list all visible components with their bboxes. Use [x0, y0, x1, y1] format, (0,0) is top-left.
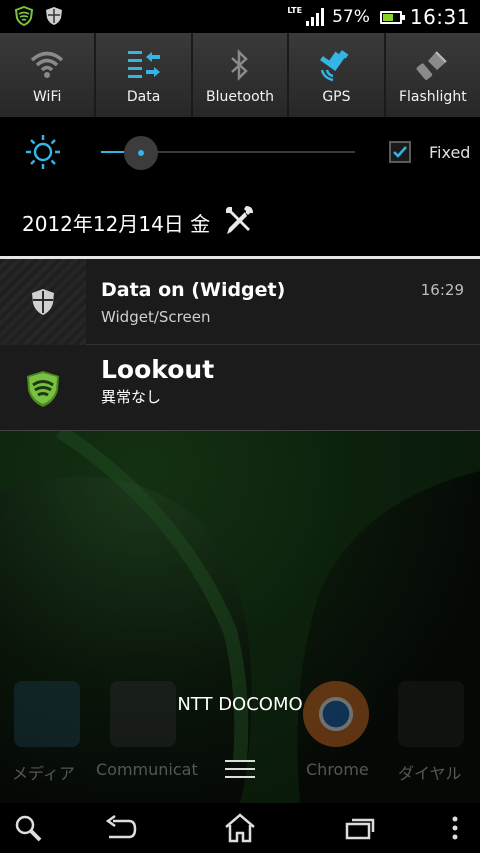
- toggle-label: Data: [126, 89, 161, 105]
- dock-label: Chrome: [306, 760, 369, 779]
- menu-icon[interactable]: [430, 803, 480, 853]
- search-icon[interactable]: [0, 803, 56, 853]
- dock-label: メディア: [12, 764, 75, 783]
- notification-subtitle: 異常なし: [101, 388, 162, 406]
- toggle-gps[interactable]: GPS: [289, 33, 386, 117]
- close-panel-handle-icon[interactable]: [225, 760, 255, 784]
- recents-icon[interactable]: [332, 803, 388, 853]
- brightness-icon: [24, 133, 62, 175]
- brightness-slider-thumb[interactable]: [124, 136, 158, 170]
- back-icon[interactable]: [92, 803, 148, 853]
- signal-icon: [306, 8, 325, 26]
- navigation-bar: [0, 803, 480, 853]
- toggle-wifi[interactable]: WiFi: [0, 33, 97, 117]
- toggle-flashlight[interactable]: Flashlight: [385, 33, 480, 117]
- toggle-label: Bluetooth: [206, 89, 274, 105]
- gps-icon: [318, 45, 354, 85]
- toggle-label: WiFi: [33, 89, 62, 105]
- bluetooth-icon: [229, 45, 251, 85]
- data-icon: [126, 45, 162, 85]
- wifi-icon: [30, 45, 64, 85]
- battery-icon: [379, 10, 405, 24]
- date-text: 2012年12月14日 金: [22, 212, 211, 236]
- status-bar: LTE 57% 16:31: [0, 0, 480, 33]
- shield-status-icon: [44, 6, 64, 30]
- notification-title: Data on (Widget): [101, 279, 286, 301]
- notification-data-widget[interactable]: Data on (Widget) Widget/Screen 16:29: [0, 259, 480, 345]
- lookout-status-icon: [14, 5, 34, 30]
- toggle-label: GPS: [322, 89, 351, 105]
- shield-icon: [32, 289, 54, 315]
- fixed-label: Fixed: [429, 143, 471, 162]
- toggle-label: Flashlight: [398, 89, 467, 105]
- toggle-bluetooth[interactable]: Bluetooth: [192, 33, 290, 117]
- lookout-icon: [27, 371, 59, 407]
- flashlight-icon: [416, 45, 450, 85]
- dock-label: Communicat: [96, 760, 198, 779]
- notification-icon-box: [0, 259, 86, 345]
- network-type: LTE: [287, 5, 303, 15]
- home-icon[interactable]: [212, 803, 268, 853]
- home-wallpaper: メディア Communicat Chrome ダイヤル: [0, 431, 480, 803]
- notification-time: 16:29: [420, 281, 464, 299]
- settings-tools-icon[interactable]: [222, 203, 256, 241]
- notification-lookout[interactable]: Lookout 異常なし: [0, 345, 480, 431]
- wallpaper-swirl: [0, 431, 480, 803]
- notification-subtitle: Widget/Screen: [101, 308, 211, 326]
- notification-icon-box: [0, 345, 86, 431]
- carrier-label: NTT DOCOMO: [177, 694, 303, 715]
- notification-title: Lookout: [101, 355, 215, 384]
- fixed-checkbox[interactable]: [389, 141, 411, 163]
- toggle-data[interactable]: Data: [96, 33, 193, 117]
- status-clock: 16:31: [409, 5, 470, 29]
- dock-label: ダイヤル: [398, 764, 462, 783]
- battery-percent: 57%: [332, 7, 370, 27]
- quick-toggles: WiFi Data Bluetooth GPS Flashlight: [0, 33, 480, 117]
